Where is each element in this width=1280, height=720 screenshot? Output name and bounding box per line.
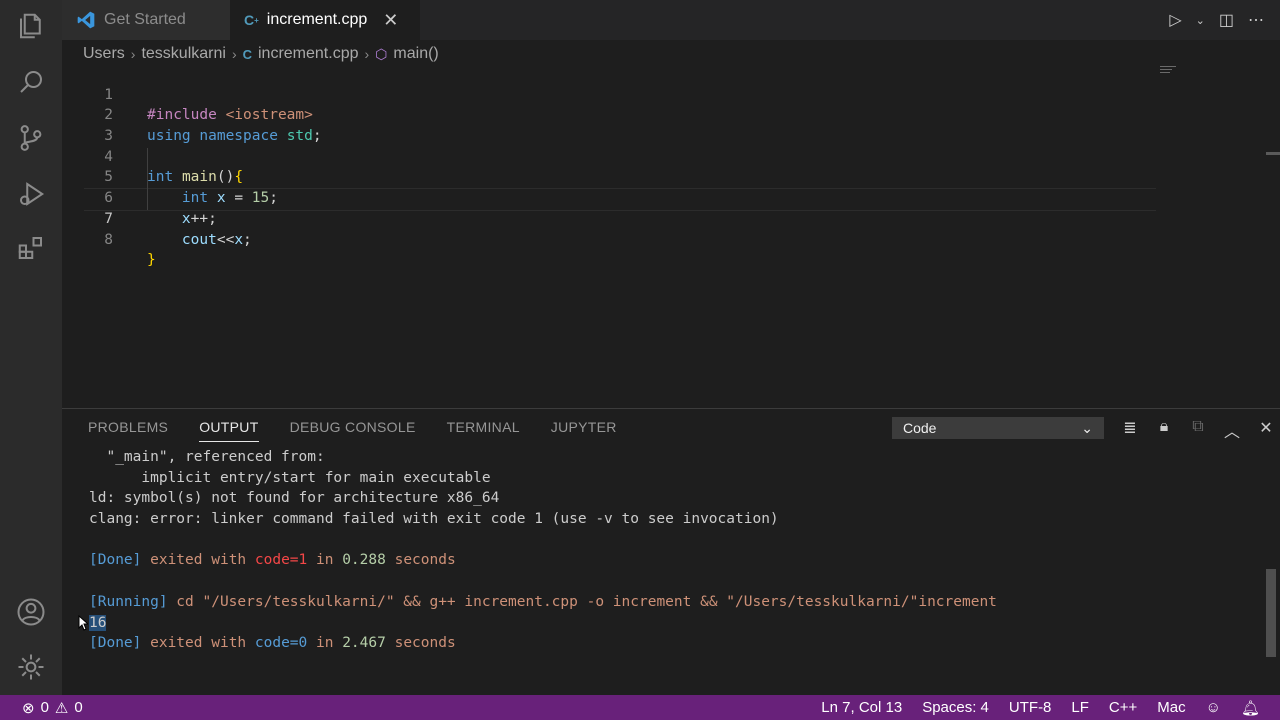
search-icon[interactable] bbox=[15, 66, 47, 98]
tab-get-started[interactable]: Get Started bbox=[62, 0, 230, 40]
tab-label: increment.cpp bbox=[266, 11, 368, 28]
line-number: 8 bbox=[104, 231, 113, 248]
code-editor[interactable]: 1 #include <iostream> 2 using namespace … bbox=[62, 64, 1262, 269]
close-icon[interactable]: ✕ bbox=[383, 10, 398, 31]
tab-label: Get Started bbox=[104, 11, 186, 28]
output-line: ld: symbol(s) not found for architecture… bbox=[89, 490, 500, 507]
tab-increment-cpp[interactable]: C + increment.cpp ✕ bbox=[230, 0, 420, 40]
error-count: 0 bbox=[40, 699, 49, 716]
mouse-cursor-icon bbox=[78, 615, 88, 631]
settings-gear-icon[interactable] bbox=[15, 651, 47, 683]
output-line: clang: error: linker command failed with… bbox=[89, 511, 779, 528]
run-icon[interactable]: ▷ bbox=[1169, 10, 1181, 30]
encoding[interactable]: UTF-8 bbox=[1009, 699, 1052, 716]
output-scrollbar[interactable] bbox=[1266, 569, 1276, 657]
explorer-icon[interactable] bbox=[15, 10, 47, 42]
code-line: 5 int x = 15; bbox=[62, 147, 1262, 206]
tab-jupyter[interactable]: JUPYTER bbox=[551, 419, 617, 442]
close-panel-icon[interactable]: ✕ bbox=[1256, 418, 1276, 442]
minimap[interactable] bbox=[1160, 66, 1180, 78]
split-editor-icon[interactable]: ◫ bbox=[1219, 10, 1234, 30]
tab-output[interactable]: OUTPUT bbox=[199, 419, 259, 442]
notifications-bell-icon[interactable]: 🔔︎ bbox=[1241, 699, 1260, 717]
output-line: implicit entry/start for main executable bbox=[89, 469, 491, 486]
output-log[interactable]: "_main", referenced from: implicit entry… bbox=[89, 447, 1239, 654]
warning-icon: ⚠ bbox=[54, 699, 69, 717]
code-line: 2 using namespace std; bbox=[62, 85, 1262, 144]
tab-problems[interactable]: PROBLEMS bbox=[88, 419, 168, 442]
breadcrumb-file[interactable]: increment.cpp bbox=[258, 45, 359, 63]
output-line: "_main", referenced from: bbox=[89, 449, 325, 465]
maximize-panel-icon[interactable]: ︿ bbox=[1222, 418, 1242, 442]
cursor-position[interactable]: Ln 7, Col 13 bbox=[821, 699, 902, 716]
chevron-down-icon[interactable]: ⌄ bbox=[1196, 14, 1205, 27]
indentation[interactable]: Spaces: 4 bbox=[922, 699, 989, 716]
cube-icon: ⬡ bbox=[375, 45, 388, 62]
code-line: 8 } bbox=[62, 209, 1262, 269]
breadcrumb-symbol[interactable]: main() bbox=[393, 45, 438, 63]
tab-terminal[interactable]: TERMINAL bbox=[447, 419, 520, 442]
output-line: [Running] cd "/Users/tesskulkarni/" && g… bbox=[89, 593, 997, 610]
code-line: 1 #include <iostream> bbox=[62, 64, 1262, 124]
output-line: [Done] exited with code=1 in 0.288 secon… bbox=[89, 552, 456, 569]
clear-output-icon[interactable]: ≣ bbox=[1120, 418, 1140, 442]
feedback-icon[interactable]: ☺ bbox=[1206, 699, 1221, 716]
output-channel-select[interactable]: Code ⌄ bbox=[892, 417, 1104, 439]
cpp-file-icon: C bbox=[242, 46, 252, 62]
chevron-right-icon: › bbox=[364, 46, 370, 62]
error-icon: ⊗ bbox=[22, 699, 35, 717]
code-line: 4 int main(){ bbox=[62, 126, 1262, 186]
editor-scrollbar[interactable] bbox=[1266, 152, 1280, 155]
selected-text: 16 bbox=[89, 614, 107, 631]
breadcrumb: Users › tesskulkarni › C increment.cpp ›… bbox=[83, 44, 439, 64]
open-in-editor-icon[interactable]: ⧉ bbox=[1188, 418, 1208, 442]
problems-indicator[interactable]: ⊗ 0 ⚠ 0 bbox=[22, 695, 83, 720]
vscode-logo-icon bbox=[76, 10, 96, 30]
cpp-file-icon: C + bbox=[244, 12, 259, 28]
code-line: 6 x++; bbox=[62, 167, 1262, 227]
chevron-right-icon: › bbox=[130, 46, 136, 62]
run-debug-icon[interactable] bbox=[15, 178, 47, 210]
warning-count: 0 bbox=[74, 699, 83, 716]
status-bar: ⊗ 0 ⚠ 0 Ln 7, Col 13 Spaces: 4 UTF-8 LF … bbox=[0, 695, 1280, 720]
platform[interactable]: Mac bbox=[1157, 699, 1185, 716]
account-icon[interactable] bbox=[15, 596, 47, 628]
output-line-blank bbox=[89, 571, 1239, 592]
language-mode[interactable]: C++ bbox=[1109, 699, 1137, 716]
end-of-line[interactable]: LF bbox=[1071, 699, 1089, 716]
code-line: 3 bbox=[62, 105, 1262, 144]
extensions-icon[interactable] bbox=[15, 232, 47, 264]
chevron-right-icon: › bbox=[231, 46, 237, 62]
bottom-panel: PROBLEMS OUTPUT DEBUG CONSOLE TERMINAL J… bbox=[62, 408, 1280, 696]
tab-debug-console[interactable]: DEBUG CONSOLE bbox=[290, 419, 416, 442]
editor-actions: ▷ ⌄ ◫ ⋯ bbox=[1169, 0, 1280, 40]
chevron-down-icon: ⌄ bbox=[1081, 419, 1093, 436]
panel-actions: ≣ 🔒︎ ⧉ ︿ ✕ bbox=[1120, 418, 1276, 442]
output-line-blank bbox=[89, 530, 1239, 551]
lock-icon[interactable]: 🔒︎ bbox=[1154, 418, 1174, 442]
breadcrumb-folder[interactable]: tesskulkarni bbox=[141, 45, 225, 63]
code-line: 7 cout<<x; bbox=[62, 188, 1262, 248]
source-control-icon[interactable] bbox=[15, 122, 47, 154]
more-actions-icon[interactable]: ⋯ bbox=[1248, 10, 1264, 30]
panel-tabs: PROBLEMS OUTPUT DEBUG CONSOLE TERMINAL J… bbox=[88, 419, 617, 442]
output-line: 16 bbox=[89, 613, 1239, 634]
output-channel-value: Code bbox=[903, 420, 937, 436]
activity-bar bbox=[0, 0, 62, 695]
breadcrumb-users[interactable]: Users bbox=[83, 45, 125, 63]
output-line: [Done] exited with code=0 in 2.467 secon… bbox=[89, 635, 456, 652]
